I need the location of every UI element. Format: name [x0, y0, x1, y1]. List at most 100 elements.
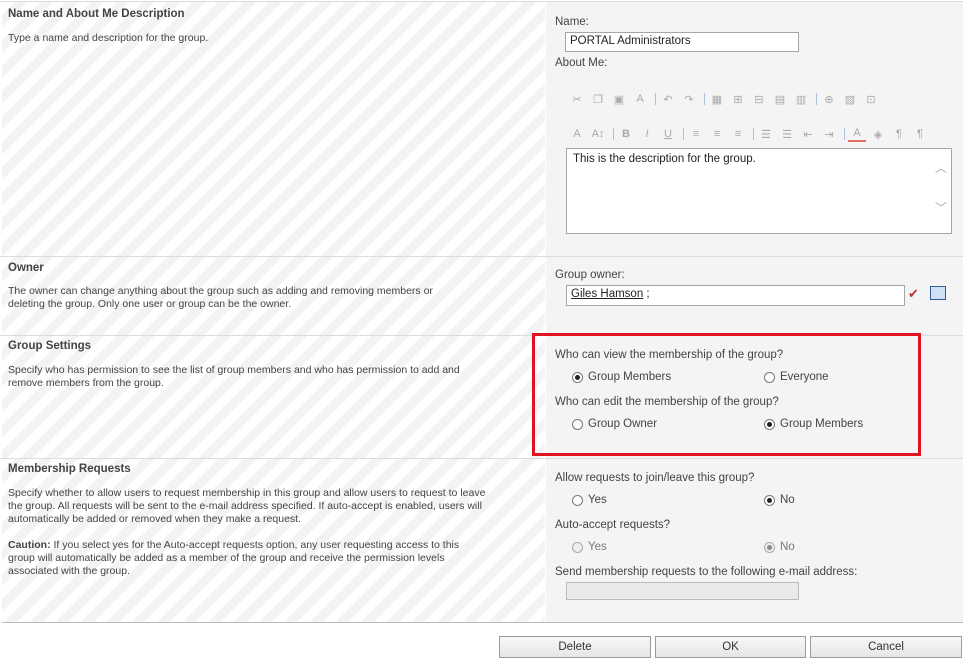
owner-separator: ; [643, 288, 650, 300]
font-size-icon[interactable]: A↕ [589, 126, 607, 142]
table-props-icon[interactable]: ▤ [771, 91, 789, 107]
toolbar-separator [753, 128, 754, 140]
email-address-input[interactable] [566, 582, 799, 600]
radio-circle[interactable] [764, 541, 775, 553]
font-icon[interactable]: A [568, 126, 586, 142]
caution-label: Caution: [8, 539, 51, 551]
scroll-up-icon[interactable]: ︿ [935, 159, 947, 176]
source-icon[interactable]: ⊡ [862, 91, 880, 107]
insert-link-icon[interactable]: ⊕ [820, 91, 838, 107]
toolbar-separator [704, 93, 705, 105]
radio-circle[interactable] [572, 371, 583, 383]
rich-text-toolbar-row-1: ✂ ❐ ▣ A ↶ ↷ ▦ ⊞ ⊟ ▤ ▥ ⊕ ▨ ⊡ [568, 90, 883, 108]
radio-label: Yes [588, 494, 607, 506]
insert-row-icon[interactable]: ⊞ [729, 91, 747, 107]
group-settings-section: Group Settings Specify who has permissio… [0, 335, 963, 458]
owner-entity[interactable]: Giles Hamson [571, 288, 643, 300]
ok-button[interactable]: OK [655, 636, 806, 658]
toolbar-separator [683, 128, 684, 140]
view-group-members-radio[interactable]: Group Members [572, 371, 671, 383]
section-title: Name and About Me Description [8, 8, 185, 20]
radio-circle[interactable] [764, 494, 775, 506]
background-color-icon[interactable]: ◈ [869, 126, 887, 142]
radio-circle[interactable] [764, 371, 775, 383]
name-section: Name and About Me Description Type a nam… [0, 1, 963, 256]
clear-format-icon[interactable]: A [631, 91, 649, 107]
cut-icon[interactable]: ✂ [568, 91, 586, 107]
bullet-list-icon[interactable]: ☰ [778, 126, 796, 142]
ltr-icon[interactable]: ¶ [890, 126, 908, 142]
cell-props-icon[interactable]: ▥ [792, 91, 810, 107]
radio-circle[interactable] [572, 418, 583, 430]
underline-icon[interactable]: U [659, 126, 677, 142]
name-label: Name: [555, 16, 589, 28]
auto-accept-yes-radio[interactable]: Yes [572, 541, 607, 553]
radio-label: Yes [588, 541, 607, 553]
allow-requests-no-radio[interactable]: No [764, 494, 795, 506]
indent-icon[interactable]: ⇥ [820, 126, 838, 142]
align-center-icon[interactable]: ≡ [708, 126, 726, 142]
rtl-icon[interactable]: ¶ [911, 126, 929, 142]
delete-button[interactable]: Delete [499, 636, 651, 658]
outdent-icon[interactable]: ⇤ [799, 126, 817, 142]
text-color-icon[interactable]: A [848, 127, 866, 142]
auto-accept-question: Auto-accept requests? [555, 519, 671, 531]
view-everyone-radio[interactable]: Everyone [764, 371, 829, 383]
owner-section: Owner The owner can change anything abou… [0, 256, 963, 335]
allow-requests-yes-radio[interactable]: Yes [572, 494, 607, 506]
membership-requests-section: Membership Requests Specify whether to a… [0, 458, 963, 623]
toolbar-separator [844, 128, 845, 140]
caution-note: Caution: If you select yes for the Auto-… [8, 539, 486, 578]
radio-label: Group Owner [588, 418, 658, 430]
insert-image-icon[interactable]: ▨ [841, 91, 859, 107]
radio-circle[interactable] [764, 418, 775, 430]
section-description-column [2, 336, 545, 458]
edit-group-owner-radio[interactable]: Group Owner [572, 418, 657, 430]
bold-icon[interactable]: B [617, 126, 635, 142]
cancel-button[interactable]: Cancel [810, 636, 962, 658]
about-me-editor[interactable]: This is the description for the group. ︿… [566, 148, 952, 234]
edit-membership-question: Who can edit the membership of the group… [555, 396, 779, 408]
radio-label: Everyone [780, 371, 829, 383]
caution-text: If you select yes for the Auto-accept re… [8, 539, 460, 577]
section-description: The owner can change anything about the … [8, 285, 433, 310]
radio-label: No [780, 541, 795, 553]
toolbar-separator [655, 93, 656, 105]
toolbar-separator [816, 93, 817, 105]
section-description: Type a name and description for the grou… [8, 32, 209, 44]
radio-circle[interactable] [572, 541, 583, 553]
section-title: Membership Requests [8, 463, 131, 475]
allow-requests-question: Allow requests to join/leave this group? [555, 472, 755, 484]
align-right-icon[interactable]: ≡ [729, 126, 747, 142]
about-label: About Me: [555, 57, 608, 69]
group-owner-label: Group owner: [555, 269, 625, 281]
italic-icon[interactable]: I [638, 126, 656, 142]
rich-text-toolbar-row-2: A A↕ B I U ≡ ≡ ≡ ☰ ☰ ⇤ ⇥ A ◈ ¶ ¶ [568, 125, 932, 143]
edit-group-members-radio[interactable]: Group Members [764, 418, 863, 430]
footer-divider [2, 622, 963, 623]
scroll-down-icon[interactable]: ﹀ [935, 199, 947, 216]
insert-column-icon[interactable]: ⊟ [750, 91, 768, 107]
about-me-text: This is the description for the group. [573, 153, 756, 165]
auto-accept-no-radio[interactable]: No [764, 541, 795, 553]
insert-table-icon[interactable]: ▦ [708, 91, 726, 107]
radio-label: Group Members [588, 371, 672, 383]
copy-icon[interactable]: ❐ [589, 91, 607, 107]
toolbar-separator [613, 128, 614, 140]
align-left-icon[interactable]: ≡ [687, 126, 705, 142]
numbered-list-icon[interactable]: ☰ [757, 126, 775, 142]
radio-label: Group Members [780, 418, 864, 430]
radio-circle[interactable] [572, 494, 583, 506]
redo-icon[interactable]: ↷ [680, 91, 698, 107]
section-title: Group Settings [8, 340, 92, 352]
check-names-icon[interactable]: ✔ [908, 286, 919, 302]
browse-address-book-icon[interactable] [930, 286, 946, 300]
radio-label: No [780, 494, 795, 506]
name-input[interactable]: PORTAL Administrators [565, 32, 799, 52]
section-title: Owner [8, 262, 44, 274]
group-owner-input[interactable]: Giles Hamson ; [566, 285, 905, 306]
section-description: Specify whether to allow users to reques… [8, 487, 486, 525]
undo-icon[interactable]: ↶ [659, 91, 677, 107]
view-membership-question: Who can view the membership of the group… [555, 349, 784, 361]
paste-icon[interactable]: ▣ [610, 91, 628, 107]
